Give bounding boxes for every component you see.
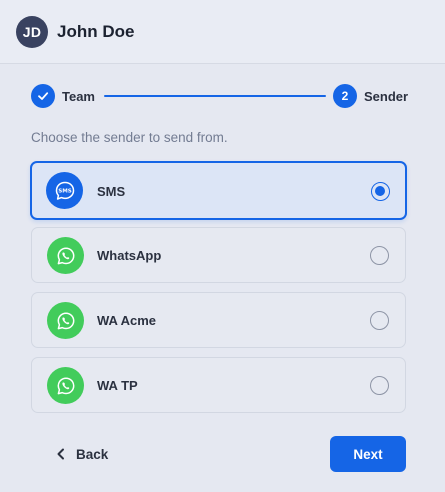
- avatar: JD: [16, 16, 48, 48]
- sender-option-wa-tp[interactable]: WA TP: [31, 357, 406, 413]
- sender-option-label: WA TP: [97, 378, 138, 393]
- sender-option-label: SMS: [97, 184, 126, 199]
- sms-bubble-icon: SMS: [46, 172, 83, 209]
- instruction-text: Choose the sender to send from.: [31, 130, 228, 145]
- whatsapp-icon: [47, 302, 84, 339]
- step-team-completed: [31, 84, 55, 108]
- stepper-line: [104, 95, 326, 97]
- sender-option-sms[interactable]: SMS SMS: [30, 161, 407, 220]
- back-button[interactable]: Back: [50, 440, 114, 468]
- radio-unselected[interactable]: [370, 311, 389, 330]
- step-sender-number: 2: [333, 84, 357, 108]
- radio-selected[interactable]: [371, 182, 390, 201]
- sender-option-wa-acme[interactable]: WA Acme: [31, 292, 406, 348]
- radio-unselected[interactable]: [370, 376, 389, 395]
- user-name: John Doe: [57, 22, 135, 41]
- svg-text:SMS: SMS: [58, 188, 72, 194]
- next-button-label: Next: [353, 446, 383, 462]
- radio-unselected[interactable]: [370, 246, 389, 265]
- whatsapp-icon: [47, 237, 84, 274]
- back-button-label: Back: [76, 446, 109, 462]
- step-sender-label: Sender: [364, 89, 409, 104]
- sender-option-whatsapp[interactable]: WhatsApp: [31, 227, 406, 283]
- header: JD John Doe: [0, 0, 445, 64]
- sender-option-label: WhatsApp: [97, 248, 162, 263]
- chevron-left-icon: [57, 448, 64, 460]
- step-team-label: Team: [62, 89, 95, 104]
- whatsapp-icon: [47, 367, 84, 404]
- check-icon: [38, 92, 49, 100]
- next-button[interactable]: Next: [330, 436, 406, 472]
- sender-option-label: WA Acme: [97, 313, 156, 328]
